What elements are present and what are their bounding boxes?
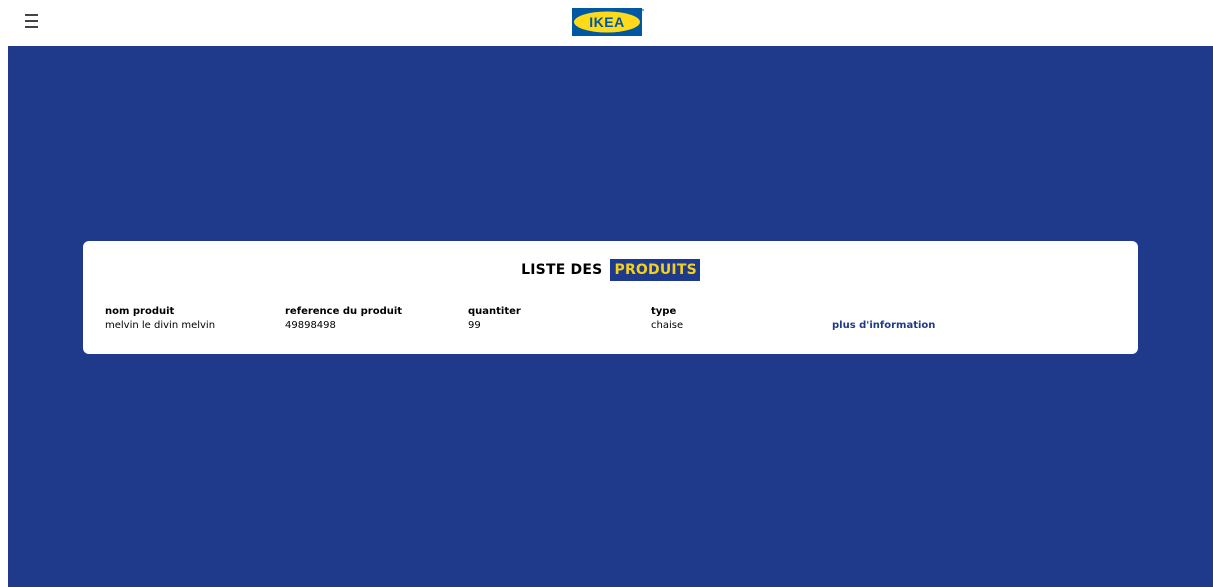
product-list-card: LISTE DES PRODUITS nom produit melvin le… bbox=[83, 241, 1138, 354]
main-content: LISTE DES PRODUITS nom produit melvin le… bbox=[8, 46, 1213, 587]
column-reference: reference du produit 49898498 bbox=[285, 305, 402, 333]
title-highlight: PRODUITS bbox=[610, 259, 700, 281]
ikea-logo-text: IKEA bbox=[589, 14, 624, 30]
cell-value: 49898498 bbox=[285, 320, 336, 331]
cell-value: chaise bbox=[651, 320, 684, 331]
cell-value: melvin le divin melvin bbox=[105, 320, 216, 331]
ikea-logo[interactable]: IKEA bbox=[572, 8, 644, 36]
column-quantiter: quantiter 99 bbox=[468, 305, 521, 333]
more-info-link[interactable]: plus d'information bbox=[832, 320, 935, 331]
title-text: LISTE DES bbox=[521, 262, 603, 278]
column-header: nom produit bbox=[105, 306, 175, 317]
hamburger-menu-icon[interactable] bbox=[25, 12, 41, 30]
card-title: LISTE DES PRODUITS bbox=[83, 259, 1138, 281]
column-header: reference du produit bbox=[285, 306, 403, 317]
column-type: type chaise bbox=[651, 305, 683, 333]
top-header: IKEA bbox=[0, 0, 1213, 46]
cell-value: 99 bbox=[468, 320, 481, 331]
column-header: type bbox=[651, 306, 677, 317]
column-nom-produit: nom produit melvin le divin melvin bbox=[105, 305, 215, 333]
column-header: quantiter bbox=[468, 306, 521, 317]
